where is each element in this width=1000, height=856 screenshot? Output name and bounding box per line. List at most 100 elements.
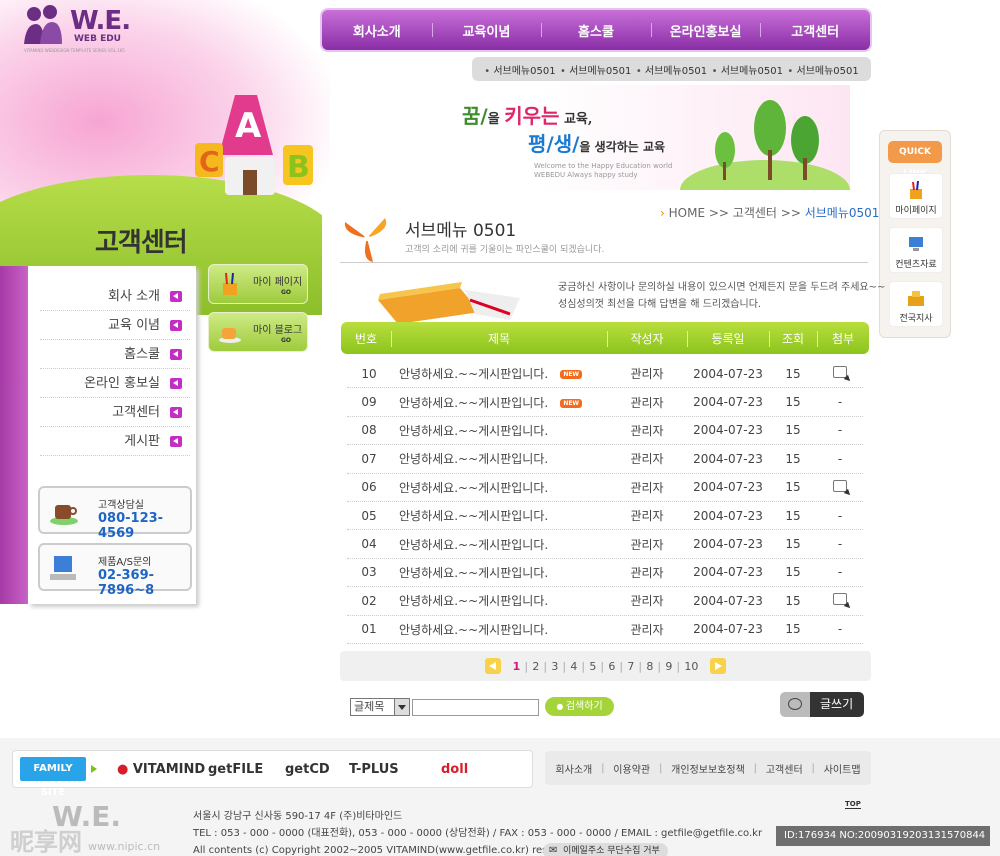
- row-number: 04: [347, 537, 391, 551]
- row-attachment[interactable]: [817, 479, 863, 495]
- footer-link-privacy[interactable]: 개인정보보호정책: [671, 761, 745, 776]
- subnav-item[interactable]: 서브메뉴0501: [636, 62, 707, 77]
- as-call-box[interactable]: 제품A/S문의 02-369-7896~8: [38, 543, 192, 598]
- row-title[interactable]: 안녕하세요.~~게시판입니다.: [391, 507, 607, 524]
- row-title[interactable]: 안녕하세요.~~게시판입니다. NEW: [391, 365, 607, 382]
- table-row[interactable]: 06 안녕하세요.~~게시판입니다. 관리자 2004-07-23 15: [347, 474, 863, 502]
- search-button[interactable]: 검색하기: [545, 697, 614, 716]
- row-views: 15: [769, 537, 817, 551]
- row-title[interactable]: 안녕하세요.~~게시판입니다.: [391, 621, 607, 638]
- left-nav-label: 홈스쿨: [124, 347, 160, 362]
- row-number-text: 09: [361, 395, 377, 410]
- row-number-text: 05: [361, 508, 377, 523]
- go-label: GO: [281, 337, 292, 344]
- my-page-button[interactable]: 마이 페이지 GO: [208, 264, 308, 304]
- row-attachment[interactable]: [817, 593, 863, 608]
- quick-link-branches[interactable]: 전국지사: [889, 281, 943, 327]
- attachment-icon[interactable]: [833, 479, 847, 492]
- row-title[interactable]: 안녕하세요.~~게시판입니다. NEW: [391, 394, 607, 411]
- row-title[interactable]: 안녕하세요.~~게시판입니다.: [391, 592, 607, 609]
- family-site-tplus[interactable]: T-PLUS: [349, 762, 399, 777]
- table-row[interactable]: 02 안녕하세요.~~게시판입니다. 관리자 2004-07-23 15: [347, 587, 863, 616]
- breadcrumb-home[interactable]: HOME: [669, 206, 705, 220]
- quick-link-title: QUICK LINK: [888, 141, 942, 179]
- family-site-doll[interactable]: doll: [441, 762, 468, 777]
- subnav-item[interactable]: 서브메뉴0501: [560, 62, 631, 77]
- page-number[interactable]: 10: [676, 660, 704, 673]
- left-nav-board[interactable]: 게시판: [40, 427, 190, 456]
- breadcrumb: › HOME >> 고객센터 >> 서브메뉴0501: [660, 204, 879, 221]
- family-site-label: getCD: [285, 762, 330, 777]
- my-blog-button[interactable]: 마이 블로그 GO: [208, 312, 308, 352]
- footer-link-sitemap[interactable]: 사이트맵: [824, 761, 861, 776]
- search-select-value: 글제목: [354, 700, 385, 713]
- row-title[interactable]: 안녕하세요.~~게시판입니다.: [391, 536, 607, 553]
- attachment-icon[interactable]: [833, 366, 847, 379]
- left-nav-homeschool[interactable]: 홈스쿨: [40, 340, 190, 369]
- quick-link-contents[interactable]: 컨텐츠자료: [889, 227, 943, 273]
- left-nav-philosophy[interactable]: 교육 이념: [40, 311, 190, 340]
- nav-pr[interactable]: 온라인홍보실: [650, 21, 761, 40]
- left-nav-customer-center[interactable]: 고객센터: [40, 398, 190, 427]
- family-site-getfile[interactable]: getFILE: [208, 762, 263, 777]
- write-button[interactable]: 글쓰기: [780, 692, 864, 717]
- left-nav-company[interactable]: 회사 소개: [40, 282, 190, 311]
- nav-customer-center[interactable]: 고객센터: [760, 21, 870, 40]
- logo-tagline: VITAMIND WEBDESIGN TEMPLATE SERIES VOL.1…: [24, 48, 125, 53]
- nav-company[interactable]: 회사소개: [322, 21, 432, 40]
- row-date-text: 2004-07-23: [693, 593, 763, 608]
- col-title: 제목: [391, 330, 607, 347]
- watermark-text: 昵享网: [10, 828, 82, 856]
- next-page-icon[interactable]: [710, 658, 727, 674]
- quick-link-mypage[interactable]: 마이페이지: [889, 173, 943, 219]
- subnav-item[interactable]: 서브메뉴0501: [484, 62, 555, 77]
- row-views: 15: [769, 367, 817, 381]
- row-title[interactable]: 안녕하세요.~~게시판입니다.: [391, 564, 607, 581]
- subnav-item[interactable]: 서브메뉴0501: [787, 62, 859, 77]
- breadcrumb-arrow-icon: ›: [660, 206, 665, 220]
- table-row[interactable]: 08 안녕하세요.~~게시판입니다. 관리자 2004-07-23 15 -: [347, 417, 863, 446]
- table-row[interactable]: 01 안녕하세요.~~게시판입니다. 관리자 2004-07-23 15 -: [347, 616, 863, 644]
- slogan-thinking: 을 생각하는 교육: [579, 140, 666, 154]
- top-button[interactable]: TOP: [845, 800, 861, 809]
- footer-link-company[interactable]: 회사소개: [555, 761, 592, 776]
- table-row[interactable]: 10 안녕하세요.~~게시판입니다. NEW 관리자 2004-07-23 15: [347, 360, 863, 389]
- breadcrumb-current: 서브메뉴0501: [804, 206, 880, 220]
- row-number: 09: [347, 395, 391, 409]
- breadcrumb-mid[interactable]: 고객센터: [733, 206, 777, 220]
- slogan-education: 교육,: [559, 112, 593, 127]
- row-date: 2004-07-23: [687, 537, 769, 551]
- footer-link-terms[interactable]: 이용약관: [613, 761, 650, 776]
- nav-homeschool[interactable]: 홈스쿨: [541, 21, 651, 40]
- table-row[interactable]: 07 안녕하세요.~~게시판입니다. 관리자 2004-07-23 15 -: [347, 445, 863, 474]
- row-attachment: -: [837, 423, 843, 438]
- left-nav-pr[interactable]: 온라인 홍보실: [40, 369, 190, 398]
- family-site-getcd[interactable]: getCD: [285, 762, 330, 777]
- row-author-text: 관리자: [630, 480, 664, 495]
- row-title[interactable]: 안녕하세요.~~게시판입니다.: [391, 479, 607, 496]
- slogan-dream: 꿈/: [462, 104, 488, 128]
- nav-philosophy[interactable]: 교육이념: [431, 21, 542, 40]
- slogan-grow: 키우는: [504, 104, 560, 128]
- email-refuse-badge[interactable]: 이메일주소 무단수집 거부: [543, 843, 668, 856]
- row-date: 2004-07-23: [687, 395, 769, 409]
- row-title[interactable]: 안녕하세요.~~게시판입니다.: [391, 422, 607, 439]
- row-attachment[interactable]: [817, 366, 863, 381]
- site-logo[interactable]: W.E. WEB EDU VITAMIND WEBDESIGN TEMPLATE…: [22, 4, 162, 54]
- row-title[interactable]: 안녕하세요.~~게시판입니다.: [391, 450, 607, 467]
- prev-page-icon[interactable]: [484, 658, 501, 674]
- customer-call-box[interactable]: 고객상담실 080-123-4569: [38, 486, 192, 541]
- attachment-icon[interactable]: [833, 593, 847, 606]
- subnav-item[interactable]: 서브메뉴0501: [712, 62, 783, 77]
- family-site-vitamind[interactable]: ● VITAMIND: [117, 762, 205, 777]
- row-attachment: -: [837, 508, 843, 523]
- table-row[interactable]: 05 안녕하세요.~~게시판입니다. 관리자 2004-07-23 15 -: [347, 502, 863, 531]
- search-input[interactable]: [412, 699, 539, 716]
- table-row[interactable]: 09 안녕하세요.~~게시판입니다. NEW 관리자 2004-07-23 15 -: [347, 388, 863, 417]
- watermark-left: 昵享网 www.nipic.cn: [10, 822, 160, 856]
- table-row[interactable]: 03 안녕하세요.~~게시판입니다. 관리자 2004-07-23 15 -: [347, 559, 863, 588]
- footer-link-customer[interactable]: 고객센터: [766, 761, 803, 776]
- table-row[interactable]: 04 안녕하세요.~~게시판입니다. 관리자 2004-07-23 15 -: [347, 530, 863, 559]
- search-field-select[interactable]: 글제목: [350, 698, 410, 716]
- row-number-text: 02: [361, 593, 377, 608]
